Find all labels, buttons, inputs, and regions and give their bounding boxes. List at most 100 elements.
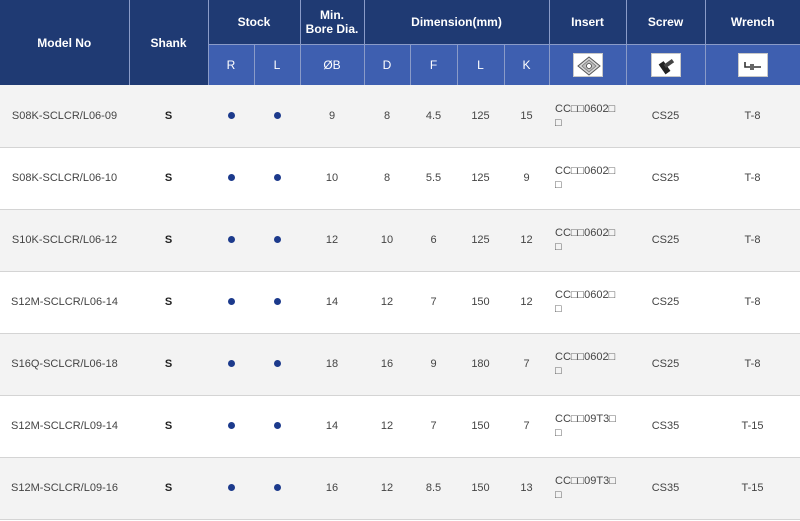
header-insert-icon-cell [549, 43, 627, 85]
insert-code-suffix: □ [555, 303, 562, 315]
cell-d: 16 [364, 333, 410, 396]
cell-stock-r [208, 147, 254, 210]
header-screw: Screw [626, 0, 706, 44]
insert-code-suffix: □ [555, 241, 562, 253]
insert-code-suffix: □ [555, 116, 562, 129]
cell-insert: CC□□0602□ □ [549, 209, 626, 272]
cell-f: 6 [410, 209, 457, 272]
table-row: S08K-SCLCR/L06-09 S 9 8 4.5 125 15 CC□□0… [0, 85, 800, 148]
cell-f: 5.5 [410, 147, 457, 210]
stock-dot-icon [273, 484, 281, 491]
cell-bore: 14 [300, 395, 364, 458]
cell-bore: 16 [300, 457, 364, 520]
cell-wrench: T-8 [705, 333, 800, 396]
cell-k: 12 [504, 271, 549, 334]
header-bore-sub: ØB [300, 43, 365, 85]
cell-shank: S [129, 333, 208, 396]
header-bore: Min. Bore Dia. [300, 0, 365, 44]
cell-d: 12 [364, 457, 410, 520]
cell-wrench: T-8 [705, 85, 800, 148]
header-stock-l: L [254, 43, 301, 85]
cell-insert: CC□□0602□ □ [549, 147, 626, 210]
insert-code: CC□□0602□ [555, 102, 616, 115]
cell-l: 150 [457, 457, 504, 520]
cell-stock-l [254, 209, 300, 272]
header-dim-l: L [457, 43, 505, 85]
insert-code-suffix: □ [555, 365, 562, 377]
cell-stock-r [208, 271, 254, 334]
cell-k: 12 [504, 209, 549, 272]
cell-l: 180 [457, 333, 504, 396]
cell-stock-r [208, 333, 254, 396]
header-model: Model No [0, 0, 130, 85]
cell-f: 7 [410, 271, 457, 334]
insert-code: CC□□09T3□ [555, 475, 616, 487]
cell-d: 10 [364, 209, 410, 272]
cell-wrench: T-15 [705, 395, 800, 458]
stock-dot-icon [227, 484, 235, 491]
insert-code: CC□□09T3□ [555, 413, 616, 425]
stock-dot-icon [227, 236, 235, 243]
cell-wrench: T-8 [705, 271, 800, 334]
header-bore-line2: Bore Dia. [305, 21, 359, 36]
cell-l: 150 [457, 271, 504, 334]
insert-code-suffix: □ [555, 179, 562, 191]
stock-dot-icon [227, 298, 235, 305]
cell-bore: 10 [300, 147, 364, 210]
cell-model: S16Q-SCLCR/L06-18 [0, 333, 129, 396]
header-dim-k: K [504, 43, 550, 85]
cell-model: S12M-SCLCR/L06-14 [0, 271, 129, 334]
stock-dot-icon [227, 111, 235, 119]
header-bore-line1: Min. [320, 7, 344, 22]
stock-dot-icon [227, 174, 235, 181]
header-wrench-icon-cell [705, 43, 800, 85]
cell-d: 8 [364, 147, 410, 210]
cell-model: S08K-SCLCR/L06-09 [0, 85, 129, 148]
cell-l: 150 [457, 395, 504, 458]
cell-stock-l [254, 457, 300, 520]
cell-stock-r [208, 209, 254, 272]
table-row: S12M-SCLCR/L09-14 S 14 12 7 150 7 CC□□09… [0, 395, 800, 458]
stock-dot-icon [273, 422, 281, 429]
cell-wrench: T-15 [705, 457, 800, 520]
cell-k: 15 [504, 85, 549, 148]
cell-shank: S [129, 85, 208, 148]
cell-bore: 12 [300, 209, 364, 272]
stock-dot-icon [273, 174, 281, 181]
header-dimension: Dimension(mm) [364, 0, 550, 44]
cell-insert: CC□□09T3□ □ [549, 457, 626, 520]
cell-insert: CC□□0602□ □ [549, 85, 626, 148]
header-wrench: Wrench [705, 0, 800, 44]
cell-bore: 9 [300, 85, 364, 148]
header-stock: Stock [208, 0, 301, 44]
cell-f: 9 [410, 333, 457, 396]
table-row: S10K-SCLCR/L06-12 S 12 10 6 125 12 CC□□0… [0, 209, 800, 272]
header-dim-f: F [410, 43, 458, 85]
header-stock-r: R [208, 43, 255, 85]
insert-code-suffix: □ [555, 489, 562, 501]
cell-shank: S [129, 457, 208, 520]
cell-insert: CC□□0602□ □ [549, 271, 626, 334]
cell-k: 7 [504, 333, 549, 396]
cell-insert: CC□□09T3□ □ [549, 395, 626, 458]
cell-insert: CC□□0602□ □ [549, 333, 626, 396]
insert-code-suffix: □ [555, 427, 562, 439]
cell-wrench: T-8 [705, 147, 800, 210]
cell-k: 7 [504, 395, 549, 458]
cell-stock-r [208, 85, 254, 148]
stock-dot-icon [273, 111, 281, 119]
stock-dot-icon [227, 422, 235, 429]
cell-d: 12 [364, 271, 410, 334]
cell-screw: CS25 [626, 271, 705, 334]
header-shank: Shank [129, 0, 209, 85]
table-row: S12M-SCLCR/L09-16 S 16 12 8.5 150 13 CC□… [0, 457, 800, 520]
stock-dot-icon [227, 360, 235, 367]
cell-model: S08K-SCLCR/L06-10 [0, 147, 129, 210]
cell-screw: CS25 [626, 333, 705, 396]
cell-shank: S [129, 271, 208, 334]
cell-l: 125 [457, 85, 504, 148]
cell-stock-r [208, 457, 254, 520]
cell-stock-l [254, 395, 300, 458]
stock-dot-icon [273, 298, 281, 305]
cell-stock-l [254, 147, 300, 210]
